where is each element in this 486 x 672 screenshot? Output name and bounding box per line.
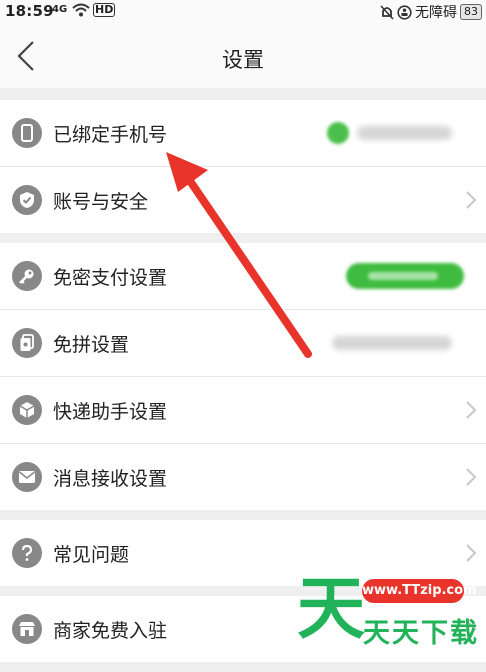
settings-group-payment: 免密支付设置 免拼设置 快递助手设置 消息接收设置 bbox=[0, 243, 486, 510]
store-icon bbox=[12, 614, 42, 644]
package-icon bbox=[12, 395, 42, 425]
blurred-avatar bbox=[327, 122, 349, 144]
blurred-value bbox=[357, 126, 452, 140]
chevron-right-icon bbox=[466, 620, 477, 638]
page-title: 设置 bbox=[222, 48, 264, 72]
cards-icon bbox=[12, 328, 42, 358]
setting-row-group-free[interactable]: 免拼设置 bbox=[0, 310, 486, 377]
hd-icon: HD bbox=[93, 3, 116, 17]
setting-label: 免密支付设置 bbox=[53, 266, 168, 289]
setting-row-merchant-join[interactable]: 商家免费入驻 bbox=[0, 596, 486, 662]
setting-label: 常见问题 bbox=[53, 543, 130, 566]
setting-row-password-free-pay[interactable]: 免密支付设置 bbox=[0, 243, 486, 310]
setting-label: 已绑定手机号 bbox=[53, 123, 168, 146]
status-text: 无障碍 bbox=[415, 5, 457, 21]
settings-list: 已绑定手机号 账号与安全 免密支付设置 免拼设置 快递助手设置 消息接收设置 常… bbox=[0, 100, 486, 672]
chevron-right-icon bbox=[466, 191, 477, 209]
blurred-status-pill bbox=[346, 263, 464, 289]
key-icon bbox=[12, 261, 42, 291]
battery-icon: 83 bbox=[460, 4, 482, 20]
question-icon bbox=[12, 538, 42, 568]
setting-label: 消息接收设置 bbox=[53, 467, 168, 490]
phone-icon bbox=[12, 118, 42, 148]
setting-label: 商家免费入驻 bbox=[53, 619, 168, 642]
status-time: 18:59 bbox=[5, 2, 54, 20]
setting-row-account-security[interactable]: 账号与安全 bbox=[0, 167, 486, 233]
blurred-value bbox=[332, 336, 452, 350]
shield-check-icon bbox=[12, 185, 42, 215]
chevron-right-icon bbox=[466, 401, 477, 419]
mail-icon bbox=[12, 462, 42, 492]
status-right: 无障碍 83 bbox=[380, 2, 482, 22]
setting-row-faq[interactable]: 常见问题 bbox=[0, 520, 486, 586]
nav-bar: 设置 bbox=[0, 24, 486, 88]
settings-group-merchant: 商家免费入驻 bbox=[0, 596, 486, 662]
settings-group-help: 常见问题 bbox=[0, 520, 486, 586]
settings-group-account: 已绑定手机号 账号与安全 bbox=[0, 100, 486, 233]
chevron-right-icon bbox=[466, 544, 477, 562]
status-bar: 18:59 4G HD 无障碍 83 bbox=[0, 0, 486, 24]
setting-row-message-receive[interactable]: 消息接收设置 bbox=[0, 444, 486, 510]
setting-label: 快递助手设置 bbox=[53, 400, 168, 423]
setting-row-courier-assistant[interactable]: 快递助手设置 bbox=[0, 377, 486, 444]
setting-label: 免拼设置 bbox=[53, 333, 130, 356]
chevron-right-icon bbox=[466, 468, 477, 486]
signal-icon: 4G bbox=[52, 4, 68, 15]
accessibility-icon bbox=[397, 4, 412, 20]
setting-label: 账号与安全 bbox=[53, 190, 149, 213]
mute-bell-icon bbox=[380, 4, 394, 20]
wifi-icon bbox=[72, 3, 90, 17]
setting-row-bound-phone[interactable]: 已绑定手机号 bbox=[0, 100, 486, 167]
